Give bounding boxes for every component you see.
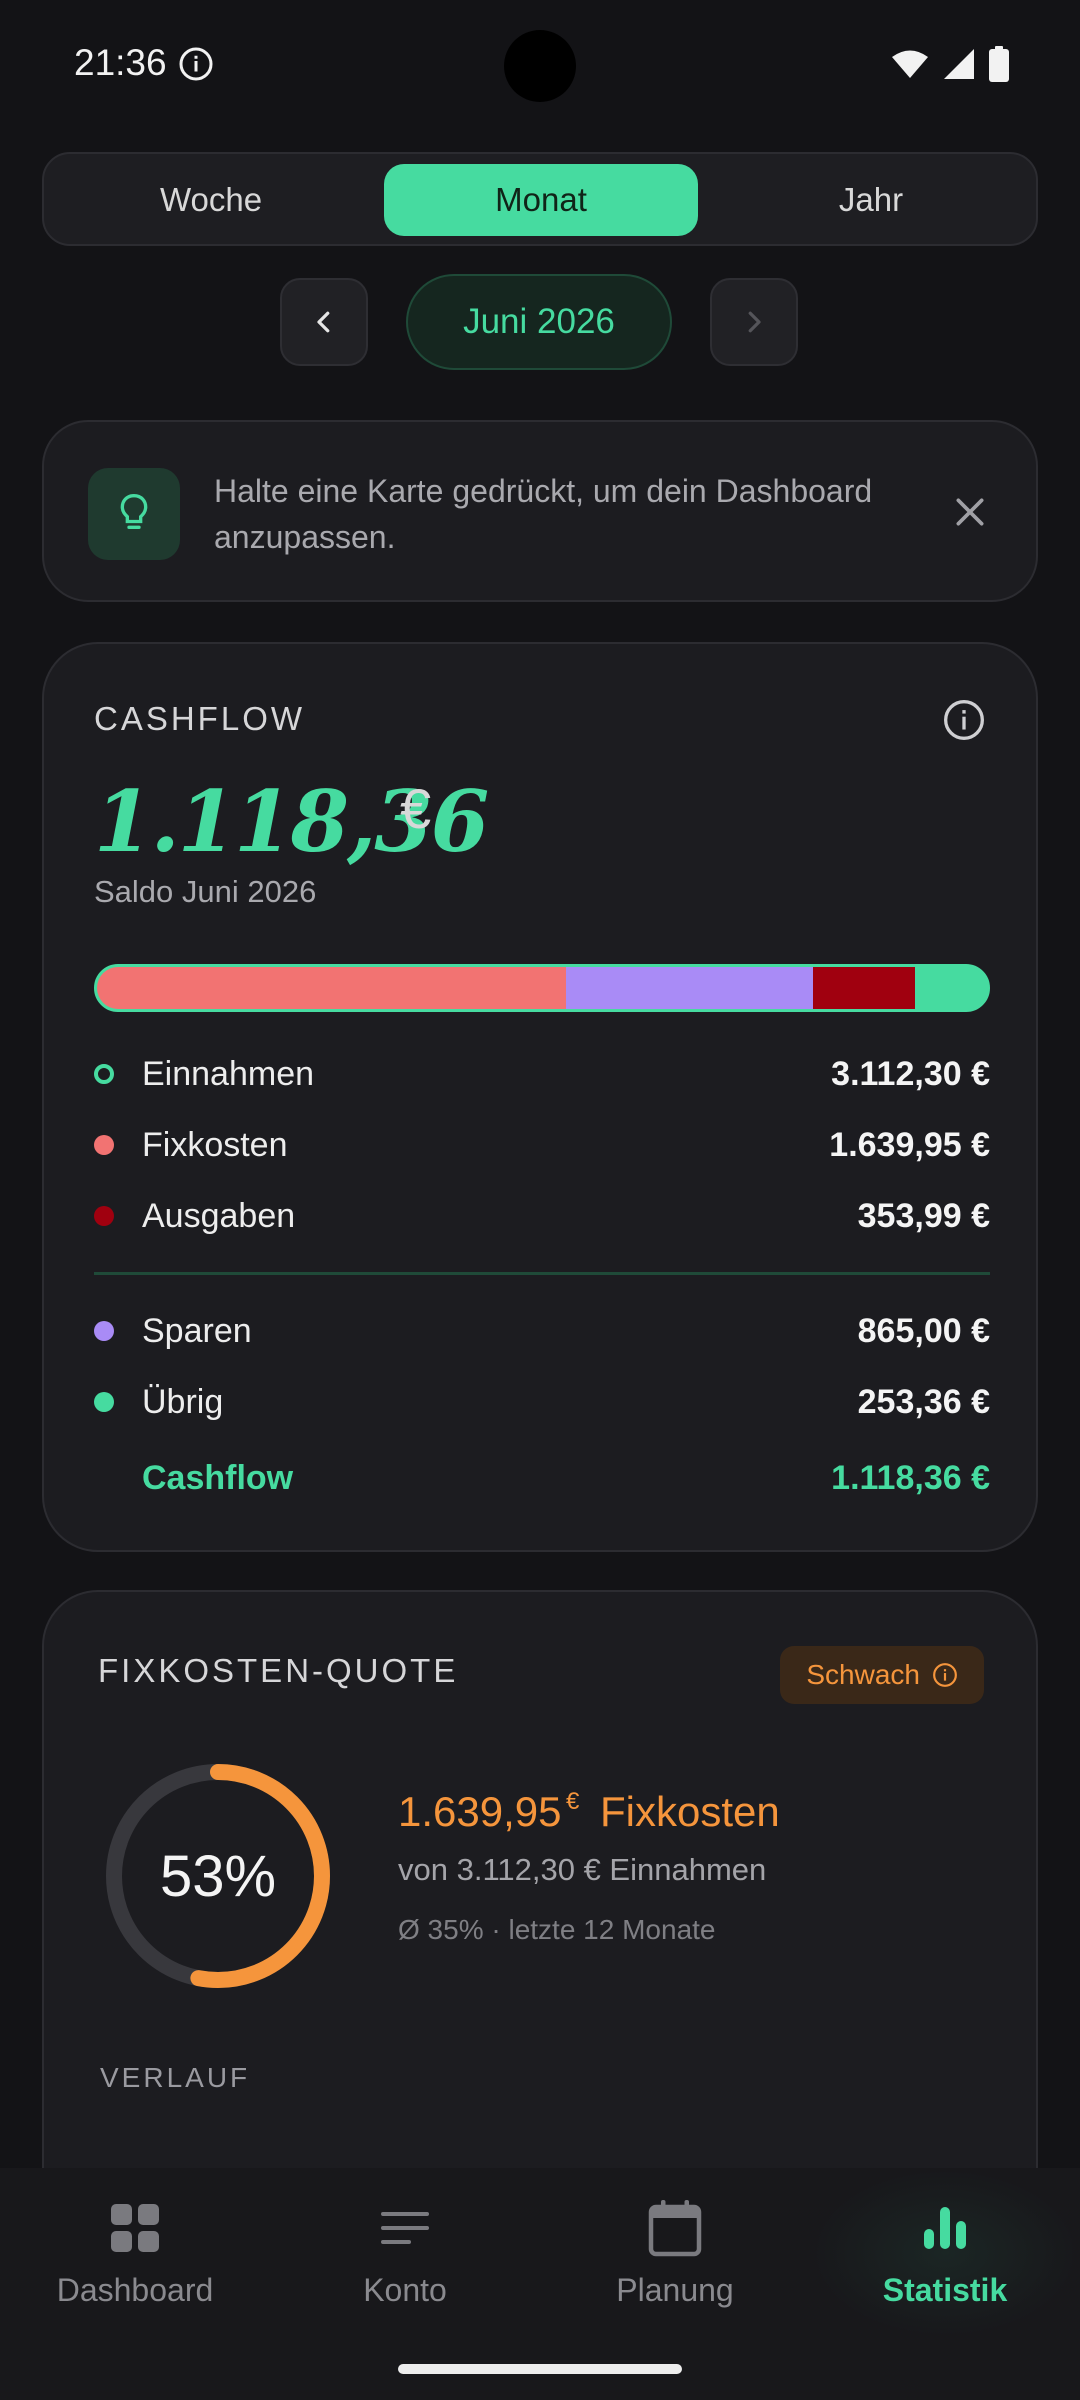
cashflow-title: CASHFLOW bbox=[94, 700, 306, 737]
total-value: 1.118,36 € bbox=[831, 1458, 990, 1497]
legend-label: Übrig bbox=[142, 1382, 224, 1421]
chevron-right-icon bbox=[748, 311, 761, 333]
cashflow-currency: € bbox=[400, 777, 432, 840]
fixkosten-income-reference: von 3.112,30 € Einnahmen bbox=[398, 1852, 767, 1887]
nav-label: Planung bbox=[616, 2272, 734, 2308]
camera-cutout bbox=[504, 30, 576, 102]
nav-item-statistik[interactable]: Statistik bbox=[810, 2198, 1080, 2328]
info-icon[interactable] bbox=[942, 698, 986, 742]
fixkosten-quote-title: FIXKOSTEN-QUOTE bbox=[98, 1652, 459, 1689]
info-circle-icon bbox=[179, 47, 213, 81]
cashflow-stacked-bar bbox=[94, 964, 990, 1012]
grid-icon bbox=[105, 2198, 165, 2258]
cashflow-total-row: Cashflow 1.118,36 € bbox=[94, 1453, 990, 1503]
nav-label: Konto bbox=[363, 2272, 447, 2308]
previous-period-button[interactable] bbox=[280, 278, 368, 366]
fixkosten-average: Ø 35% · letzte 12 Monate bbox=[398, 1914, 716, 1945]
cashflow-card[interactable]: CASHFLOW 1.118,36 € Saldo Juni 2026 Einn… bbox=[42, 642, 1038, 1552]
nav-label: Dashboard bbox=[56, 2272, 214, 2308]
info-icon bbox=[933, 1663, 957, 1687]
legend-row-fixkosten: Fixkosten 1.639,95 € bbox=[94, 1120, 990, 1170]
legend-dot bbox=[94, 1206, 114, 1226]
nav-item-konto[interactable]: Konto bbox=[270, 2198, 540, 2328]
tab-jahr[interactable]: Jahr bbox=[714, 164, 1028, 236]
bar-segment-ausgaben bbox=[813, 967, 915, 1009]
bar-segment-fixkosten bbox=[97, 967, 567, 1009]
fixkosten-amount: 1.639,95 bbox=[398, 1788, 562, 1835]
dashboard-tip-card: Halte eine Karte gedrückt, um dein Dashb… bbox=[42, 420, 1038, 602]
next-period-button[interactable] bbox=[710, 278, 798, 366]
home-indicator[interactable] bbox=[398, 2364, 682, 2374]
legend-value: 253,36 € bbox=[857, 1382, 990, 1421]
total-label: Cashflow bbox=[142, 1458, 294, 1497]
signal-icon bbox=[944, 49, 974, 79]
legend-row-sparen: Sparen 865,00 € bbox=[94, 1306, 990, 1356]
legend-label: Ausgaben bbox=[142, 1196, 296, 1235]
legend-row-uebrig: Übrig 253,36 € bbox=[94, 1377, 990, 1427]
legend-dot bbox=[94, 1135, 114, 1155]
close-icon[interactable] bbox=[950, 492, 990, 532]
battery-icon bbox=[989, 46, 1009, 82]
fixkosten-label: Fixkosten bbox=[600, 1788, 780, 1835]
chevron-left-icon bbox=[317, 311, 330, 333]
bar-segment-uebrig bbox=[914, 967, 987, 1009]
legend-dot-spacer bbox=[94, 1468, 114, 1488]
ring-percent-label: 53% bbox=[159, 1843, 277, 1909]
wifi-icon bbox=[892, 50, 928, 78]
tab-monat[interactable]: Monat bbox=[384, 164, 698, 236]
legend-value: 353,99 € bbox=[857, 1196, 990, 1235]
badge-label: Schwach bbox=[806, 1659, 920, 1690]
legend-value: 865,00 € bbox=[857, 1311, 990, 1350]
bar-segment-sparen bbox=[566, 967, 814, 1009]
legend-dot bbox=[94, 1392, 114, 1412]
current-period[interactable]: Juni 2026 bbox=[406, 274, 672, 370]
cashflow-subtitle: Saldo Juni 2026 bbox=[94, 874, 317, 909]
nav-item-dashboard[interactable]: Dashboard bbox=[0, 2198, 270, 2328]
tip-text: Halte eine Karte gedrückt, um dein Dashb… bbox=[214, 473, 873, 555]
tab-woche[interactable]: Woche bbox=[54, 164, 368, 236]
legend-row-ausgaben: Ausgaben 353,99 € bbox=[94, 1191, 990, 1241]
fixkosten-currency: € bbox=[566, 1788, 580, 1815]
calendar-icon bbox=[645, 2198, 705, 2258]
fixkosten-ring-chart: 53% bbox=[100, 1758, 336, 1994]
period-segmented-control: Woche Monat Jahr bbox=[42, 152, 1038, 246]
status-bar: 21:36 bbox=[0, 0, 1080, 130]
legend-value: 3.112,30 € bbox=[831, 1054, 990, 1093]
legend-label: Fixkosten bbox=[142, 1125, 288, 1164]
status-icons bbox=[890, 46, 1010, 82]
legend-row-einnahmen: Einnahmen 3.112,30 € bbox=[94, 1049, 990, 1099]
status-badge[interactable]: Schwach bbox=[780, 1646, 984, 1704]
nav-label: Statistik bbox=[882, 2272, 1008, 2308]
legend-label: Einnahmen bbox=[142, 1054, 315, 1093]
legend-dot bbox=[94, 1321, 114, 1341]
verlauf-section-label: VERLAUF bbox=[100, 2062, 251, 2093]
bar-chart-icon bbox=[915, 2198, 975, 2258]
list-lines-icon bbox=[375, 2198, 435, 2258]
status-time: 21:36 bbox=[74, 42, 167, 83]
legend-label: Sparen bbox=[142, 1311, 252, 1350]
legend-dot bbox=[94, 1064, 114, 1084]
legend-value: 1.639,95 € bbox=[829, 1125, 990, 1164]
lightbulb-icon bbox=[88, 468, 180, 560]
legend-divider bbox=[94, 1272, 990, 1275]
nav-item-planung[interactable]: Planung bbox=[540, 2198, 810, 2328]
